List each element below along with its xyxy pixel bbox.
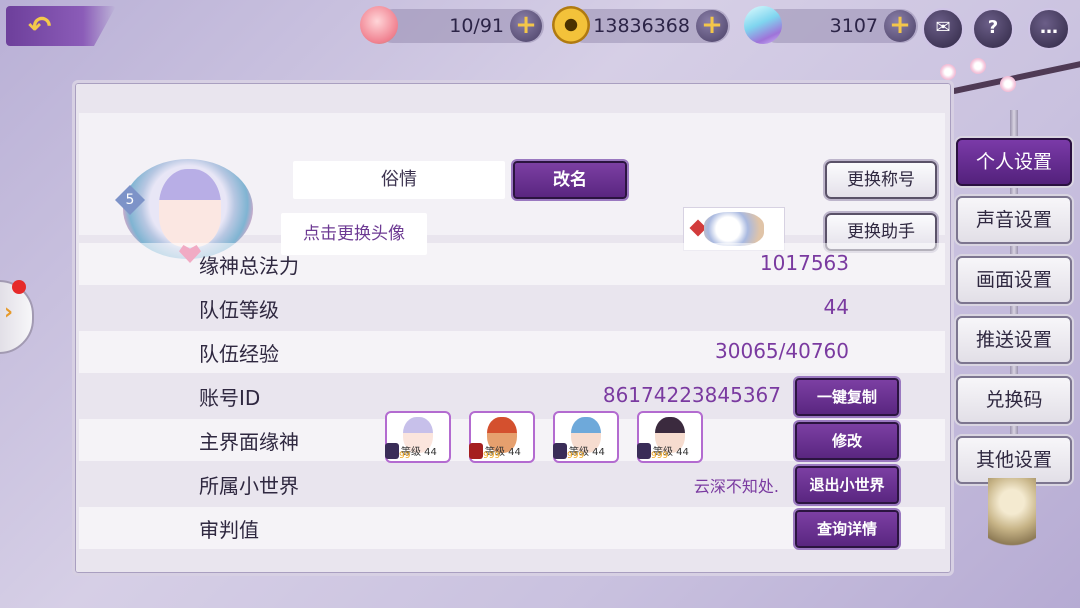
account-id-value: 86174223845367	[602, 383, 781, 407]
stat-row-total-power: 缘神总法力 1017563	[79, 243, 945, 285]
rename-button[interactable]: 改名	[513, 161, 627, 199]
god-stars: 999	[651, 451, 669, 461]
assistant-creature-image	[704, 212, 764, 246]
stat-label: 主界面缘神	[199, 430, 299, 454]
tab-sound-settings[interactable]: 声音设置	[956, 196, 1072, 244]
element-icon	[469, 443, 483, 459]
stat-row-main-gods: 主界面缘神 等级 44 99 等级 44 999 等级 44 999 等级 44…	[79, 411, 945, 463]
query-details-button[interactable]: 查询详情	[795, 510, 899, 548]
element-icon	[385, 443, 399, 459]
help-icon: ?	[987, 17, 999, 38]
stat-row-small-world: 所属小世界 云深不知处. 退出小世界	[79, 463, 945, 505]
god-stars: 999	[483, 451, 501, 461]
gold-coin-icon	[552, 6, 590, 44]
tab-redeem-code[interactable]: 兑换码	[956, 376, 1072, 424]
tab-graphics-settings[interactable]: 画面设置	[956, 256, 1072, 304]
god-stars: 999	[567, 451, 585, 461]
stamina-resource: 10/91 +	[360, 6, 544, 44]
main-god-slot[interactable]: 等级 44 999	[637, 411, 703, 463]
stat-row-team-level: 队伍等级 44	[79, 287, 945, 329]
stat-label: 队伍经验	[199, 342, 279, 366]
notification-dot	[12, 280, 26, 294]
add-crystal-button[interactable]: +	[884, 10, 916, 42]
small-world-value: 云深不知处.	[693, 477, 779, 496]
peach-icon	[360, 6, 398, 44]
blossom-flower	[1000, 76, 1016, 92]
gold-value: 13836368	[593, 15, 690, 37]
leave-small-world-button[interactable]: 退出小世界	[795, 466, 899, 504]
stat-value: 1017563	[759, 251, 849, 275]
tab-personal-settings[interactable]: 个人设置	[956, 138, 1072, 186]
element-icon	[553, 443, 567, 459]
stat-label: 所属小世界	[199, 474, 299, 498]
crystal-resource: 3107 +	[738, 0, 918, 50]
god-stars: 99	[399, 451, 411, 461]
tab-other-settings[interactable]: 其他设置	[956, 436, 1072, 484]
add-stamina-button[interactable]: +	[510, 10, 542, 42]
gourd-decoration	[988, 478, 1036, 558]
blossom-flower	[940, 64, 956, 80]
element-icon	[637, 443, 651, 459]
stat-row-judgment: 审判值 查询详情	[79, 507, 945, 549]
stamina-value: 10/91	[449, 15, 504, 37]
stat-label: 账号ID	[199, 386, 261, 410]
stat-label: 缘神总法力	[199, 254, 299, 278]
chat-icon: …	[1040, 17, 1058, 38]
back-arrow-icon: ↶	[28, 10, 52, 43]
stat-value: 30065/40760	[715, 339, 849, 363]
back-button[interactable]: ↶	[6, 6, 116, 46]
avatar-portrait	[159, 169, 221, 247]
change-title-button[interactable]: 更换称号	[825, 161, 937, 199]
top-bar: ↶ 10/91 + 13836368 + 3107 + ✉ ? …	[0, 0, 1080, 56]
stat-value: 44	[823, 295, 849, 319]
tab-push-settings[interactable]: 推送设置	[956, 316, 1072, 364]
nickname-field: 俗情	[293, 161, 505, 199]
stat-row-team-exp: 队伍经验 30065/40760	[79, 331, 945, 373]
chevron-right-icon: ›	[4, 300, 14, 325]
copy-id-button[interactable]: 一键复制	[795, 378, 899, 416]
stat-label: 审判值	[199, 518, 259, 542]
main-god-slot[interactable]: 等级 44 999	[469, 411, 535, 463]
profile-section: 5 俗情 改名 点击更换头像 更换称号 更换助手	[79, 113, 945, 263]
crystal-value: 3107	[829, 15, 878, 37]
modify-main-god-button[interactable]: 修改	[795, 422, 899, 460]
crystal-icon	[738, 0, 788, 50]
scroll-icon: ✉	[935, 17, 951, 38]
gold-resource: 13836368 +	[552, 6, 730, 44]
main-god-slot[interactable]: 等级 44 999	[553, 411, 619, 463]
blossom-flower	[970, 58, 986, 74]
settings-panel: 5 俗情 改名 点击更换头像 更换称号 更换助手 缘神总法力 1017563 队…	[72, 80, 954, 576]
main-god-slot[interactable]: 等级 44 99	[385, 411, 451, 463]
add-gold-button[interactable]: +	[696, 10, 728, 42]
stat-label: 队伍等级	[199, 298, 279, 322]
